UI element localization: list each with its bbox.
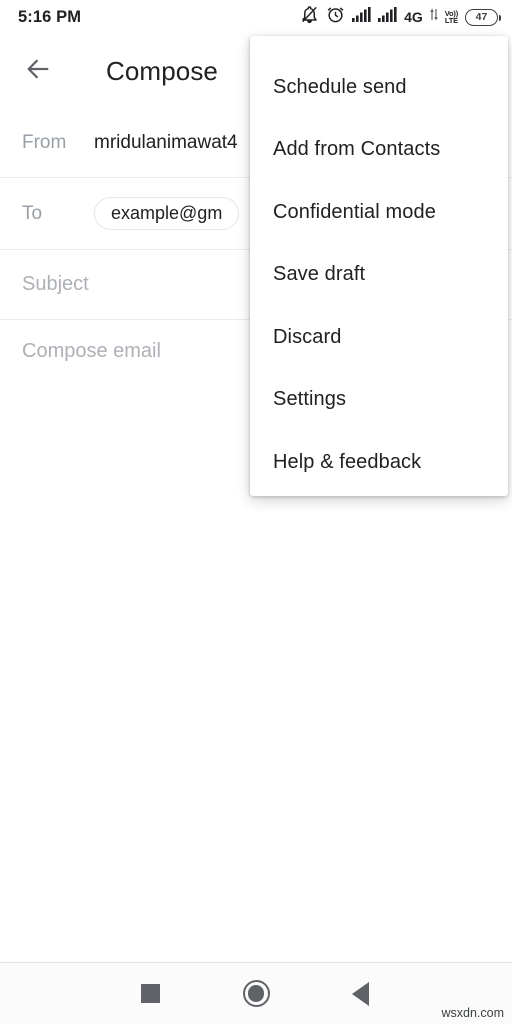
overflow-menu: Schedule send Add from Contacts Confiden…: [250, 36, 508, 496]
network-4g-label: 4G: [404, 9, 423, 25]
volte-bottom-label: LTE: [444, 16, 458, 25]
recipient-chip[interactable]: example@gm: [94, 197, 240, 230]
system-navigation-bar: [0, 962, 512, 1024]
battery-icon: 47: [465, 8, 502, 26]
from-value: mridulanimawat4: [94, 131, 238, 153]
circle-icon: [242, 980, 270, 1007]
data-arrows-icon: [429, 8, 438, 26]
status-bar-icons: 4G Vo)) LTE 47: [300, 5, 502, 29]
square-icon: [140, 984, 160, 1003]
navigation-back-button[interactable]: [317, 963, 403, 1024]
menu-item-save-draft[interactable]: Save draft: [250, 244, 508, 307]
menu-item-label: Discard: [273, 325, 342, 348]
menu-item-label: Save draft: [273, 263, 366, 286]
menu-item-label: Add from Contacts: [273, 138, 441, 161]
triangle-left-icon: [351, 981, 369, 1006]
page-title: Compose: [106, 55, 218, 86]
back-button[interactable]: [10, 43, 66, 99]
home-button[interactable]: [213, 963, 299, 1024]
menu-item-label: Help & feedback: [273, 450, 422, 473]
menu-item-label: Settings: [273, 388, 347, 411]
watermark: wsxdn.com: [441, 1006, 504, 1020]
menu-item-discard[interactable]: Discard: [250, 306, 508, 369]
menu-item-settings[interactable]: Settings: [250, 369, 508, 432]
menu-item-label: Schedule send: [273, 75, 407, 98]
recents-button[interactable]: [107, 963, 193, 1024]
volte-icon: Vo)) LTE: [444, 9, 458, 25]
from-label: From: [22, 131, 67, 153]
signal-bars-icon: [352, 7, 371, 27]
bell-muted-icon: [300, 5, 319, 29]
menu-item-help-and-feedback[interactable]: Help & feedback: [250, 431, 508, 494]
battery-percent-label: 47: [475, 11, 488, 23]
body-input-placeholder[interactable]: Compose email: [22, 340, 161, 363]
menu-item-confidential-mode[interactable]: Confidential mode: [250, 181, 508, 244]
menu-item-schedule-send[interactable]: Schedule send: [250, 56, 508, 119]
recipient-chip-label: example@gm: [111, 203, 223, 223]
signal-bars-icon: [378, 7, 397, 27]
alarm-clock-icon: [326, 5, 345, 29]
status-bar-clock: 5:16 PM: [18, 7, 82, 26]
menu-item-label: Confidential mode: [273, 200, 436, 223]
arrow-left-icon: [24, 55, 52, 88]
to-label: To: [22, 202, 43, 224]
menu-item-add-from-contacts[interactable]: Add from Contacts: [250, 119, 508, 182]
status-bar: 5:16 PM 4G Vo)) LTE 47: [0, 0, 512, 34]
subject-input-placeholder[interactable]: Subject: [22, 273, 89, 296]
